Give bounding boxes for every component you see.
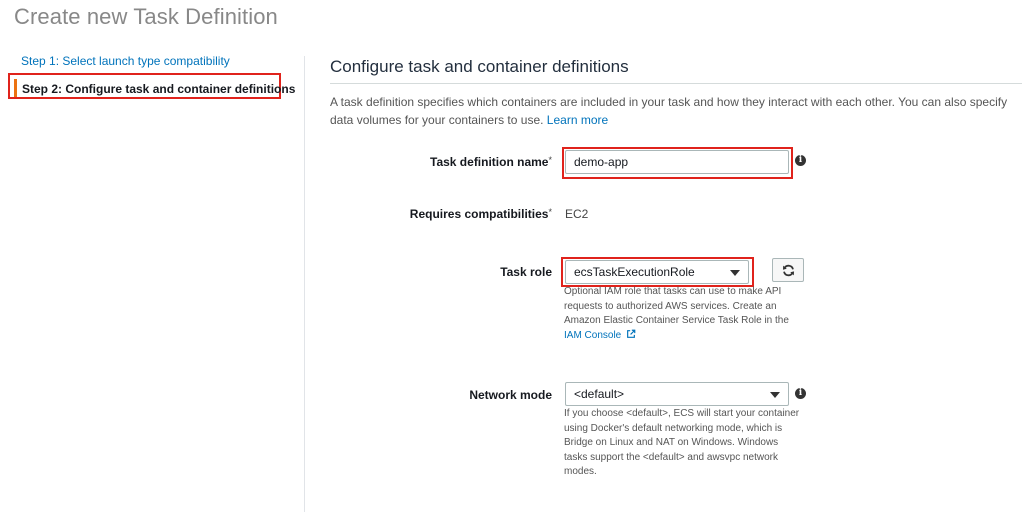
step-2-current[interactable]: Step 2: Configure task and container def… xyxy=(22,82,295,96)
requires-compatibilities-label-text: Requires compatibilities xyxy=(409,207,549,221)
learn-more-link[interactable]: Learn more xyxy=(547,113,608,127)
task-role-label: Task role xyxy=(500,265,552,279)
vertical-divider xyxy=(304,56,305,512)
task-definition-name-input[interactable] xyxy=(565,150,789,174)
task-role-highlight xyxy=(561,257,754,287)
refresh-button[interactable] xyxy=(772,258,804,282)
intro-text: A task definition specifies which contai… xyxy=(330,95,1008,127)
horizontal-divider xyxy=(330,83,1022,84)
section-title: Configure task and container definitions xyxy=(330,57,629,76)
task-role-help-text: Optional IAM role that tasks can use to … xyxy=(564,286,789,326)
chevron-down-icon xyxy=(770,392,780,398)
required-marker: * xyxy=(548,207,552,217)
refresh-icon xyxy=(782,264,794,276)
iam-console-link-text: IAM Console xyxy=(564,329,622,341)
info-icon[interactable]: i xyxy=(795,388,806,399)
step-2-active-indicator xyxy=(14,79,17,97)
external-link-icon xyxy=(627,329,636,338)
task-definition-name-label: Task definition name* xyxy=(430,155,552,169)
task-role-help: Optional IAM role that tasks can use to … xyxy=(564,285,804,343)
network-mode-select[interactable]: <default> xyxy=(565,382,789,406)
required-marker: * xyxy=(548,155,552,165)
iam-console-link[interactable]: IAM Console xyxy=(564,329,636,341)
requires-compatibilities-label: Requires compatibilities* xyxy=(410,207,552,221)
section-intro: A task definition specifies which contai… xyxy=(330,93,1020,129)
task-definition-name-label-text: Task definition name xyxy=(430,155,549,169)
page-title: Create new Task Definition xyxy=(14,4,278,29)
info-icon[interactable]: i xyxy=(795,155,806,166)
network-mode-help: If you choose <default>, ECS will start … xyxy=(564,408,800,477)
network-mode-value: <default> xyxy=(574,387,625,401)
step-1-link[interactable]: Step 1: Select launch type compatibility xyxy=(21,54,230,68)
compatibilities-value: EC2 xyxy=(565,207,589,221)
network-mode-label: Network mode xyxy=(469,388,552,402)
